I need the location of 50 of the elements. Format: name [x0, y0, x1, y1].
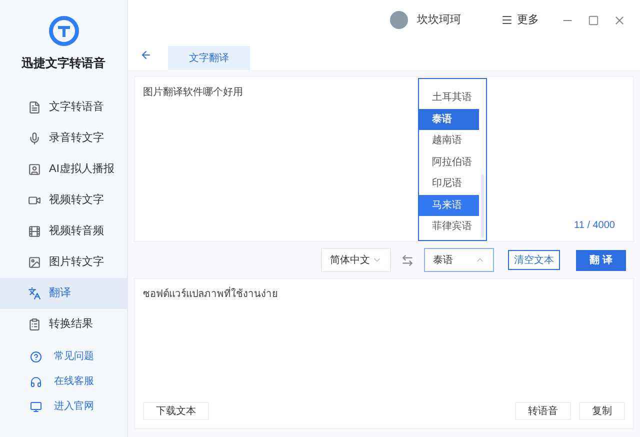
output-action-button[interactable]: 复制 [579, 402, 625, 420]
sidebar-item[interactable]: 转换结果 [0, 309, 127, 340]
char-counter: 11 / 4000 [574, 219, 615, 233]
language-option[interactable]: 阿拉伯语 [419, 152, 479, 173]
back-icon[interactable] [140, 49, 152, 61]
menu-icon [501, 14, 513, 26]
close-icon[interactable] [613, 14, 626, 26]
output-action-button[interactable]: 转语音 [515, 402, 571, 420]
clipboard-icon [28, 318, 41, 331]
language-option[interactable]: 泰语 [419, 108, 479, 130]
sidebar-item[interactable]: 录音转文字 [0, 123, 127, 154]
language-option[interactable]: 马来语 [419, 194, 479, 216]
sidebar-item[interactable]: 翻译 [0, 278, 127, 309]
sidebar-item[interactable]: 视频转音频 [0, 216, 127, 247]
app-name: 迅捷文字转语音 [22, 55, 106, 72]
help-link[interactable]: 常见问题 [0, 344, 127, 369]
help-icon [30, 350, 42, 362]
film-icon [28, 225, 41, 238]
sidebar-item[interactable]: 视频转文字 [0, 185, 127, 216]
language-option[interactable]: 越南语 [419, 130, 479, 152]
more-menu[interactable]: 更多 [501, 12, 539, 28]
sidebar-item[interactable]: 图片转文字 [0, 247, 127, 278]
language-option[interactable]: 菲律宾语 [419, 216, 479, 238]
avatar[interactable] [390, 11, 408, 29]
sidebar-item[interactable]: AI虚拟人播报 [0, 154, 127, 185]
document-icon [28, 101, 41, 114]
username: 坎坎珂珂 [417, 12, 461, 28]
help-link[interactable]: 在线客服 [0, 369, 127, 394]
translate-icon [28, 287, 41, 300]
tab[interactable]: 文字翻译 [168, 46, 250, 70]
app-logo-icon [48, 16, 78, 46]
headset-icon [30, 376, 42, 388]
maximize-icon[interactable] [588, 14, 599, 26]
language-option[interactable]: 土耳其语 [419, 87, 479, 108]
source-language-select[interactable]: 简体中文 [321, 248, 391, 272]
target-language-select[interactable]: 泰语 [424, 248, 494, 272]
help-link[interactable]: 进入官网 [0, 394, 127, 419]
sidebar-item[interactable]: 文字转语音 [0, 92, 127, 123]
source-text: 图片翻译软件哪个好用 [143, 86, 243, 100]
translate-button[interactable]: 翻 译 [576, 250, 626, 270]
translated-text: ซอฟต์แวร์แปลภาพที่ใช้งานง่าย [143, 287, 625, 302]
person-icon [28, 163, 41, 176]
microphone-icon [28, 132, 41, 145]
video-icon [28, 194, 41, 207]
image-icon [28, 256, 41, 269]
clear-text-button[interactable]: 清空文本 [508, 250, 560, 270]
monitor-icon [30, 400, 42, 412]
language-option[interactable]: 印尼语 [419, 173, 479, 194]
swap-icon[interactable] [401, 254, 414, 266]
output-action-button[interactable]: 下载文本 [143, 402, 209, 420]
